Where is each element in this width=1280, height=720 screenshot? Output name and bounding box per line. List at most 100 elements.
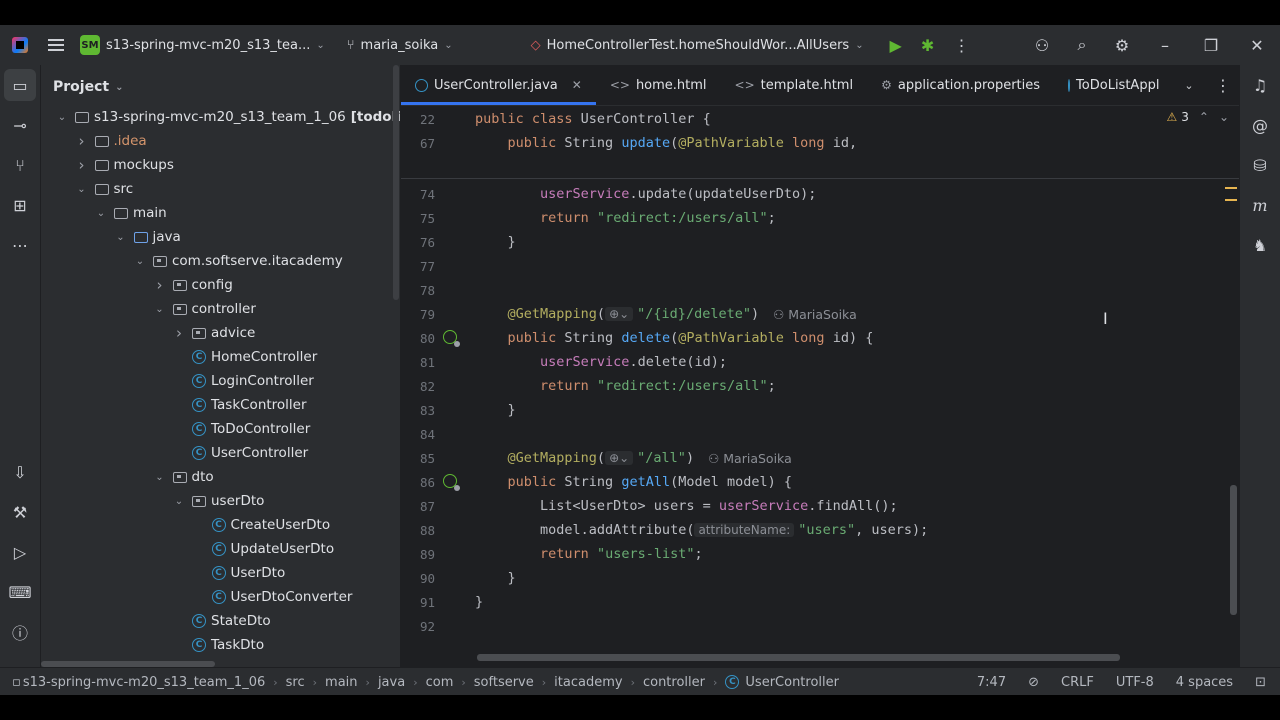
code-line[interactable]: 87 List<UserDto> users = userService .fin… bbox=[401, 494, 1239, 518]
editor-tab[interactable]: ToDoListAppl bbox=[1054, 65, 1172, 105]
chevron-down-icon[interactable]: ⌄ bbox=[55, 112, 69, 123]
database-icon[interactable]: ⛁ bbox=[1240, 145, 1280, 185]
maven-icon[interactable]: m bbox=[1240, 185, 1280, 225]
warning-marker[interactable] bbox=[1225, 187, 1237, 189]
project-panel-header[interactable]: Project ⌄ bbox=[41, 65, 400, 109]
pull-requests-icon[interactable]: ⑂ bbox=[0, 145, 40, 185]
tree-item[interactable]: C StateDto bbox=[172, 609, 271, 633]
code-line[interactable]: 82 return "redirect:/users/all"; bbox=[401, 374, 1239, 398]
tree-item[interactable]: C UserController bbox=[172, 441, 308, 465]
main-menu-icon[interactable] bbox=[48, 39, 64, 51]
chevron-right-icon[interactable]: › bbox=[75, 132, 89, 150]
more-tools-icon[interactable]: ⋯ bbox=[0, 225, 40, 265]
tree-item[interactable]: C LoginController bbox=[172, 369, 314, 393]
chevron-right-icon[interactable]: › bbox=[75, 156, 89, 174]
tree-item[interactable]: C TaskController bbox=[172, 393, 307, 417]
tree-item[interactable]: C TaskDto bbox=[172, 633, 264, 657]
vcs-branch-selector[interactable]: ⑂ maria_soika ⌄ bbox=[347, 38, 453, 53]
line-ending[interactable]: CRLF bbox=[1061, 675, 1094, 690]
breadcrumb-item[interactable]: src bbox=[286, 675, 305, 690]
tree-item[interactable]: C CreateUserDto bbox=[192, 513, 330, 537]
services-icon[interactable]: ⇩ bbox=[0, 452, 40, 492]
tree-item[interactable]: ⌄s13-spring-mvc-m20_s13_team_1_06[todoli… bbox=[55, 105, 400, 129]
chevron-down-icon[interactable]: ⌄ bbox=[94, 208, 108, 219]
minimize-icon[interactable]: – bbox=[1142, 25, 1188, 65]
editor-vertical-scrollbar[interactable] bbox=[1230, 485, 1237, 615]
breadcrumb-item[interactable]: com bbox=[426, 675, 454, 690]
tree-item[interactable]: ⌄ main bbox=[94, 201, 167, 225]
tree-item[interactable]: › mockups bbox=[75, 153, 174, 177]
settings-gear-icon[interactable]: ⚙ bbox=[1102, 25, 1142, 65]
sticky-scroll-header[interactable]: ⚠ 3 ⌃ ⌄ 22 public class UserController {6… bbox=[401, 106, 1239, 179]
commit-icon[interactable]: ⊸ bbox=[0, 105, 40, 145]
code-line[interactable]: 77 bbox=[401, 254, 1239, 278]
tree-item[interactable]: ⌄ controller bbox=[153, 297, 256, 321]
chevron-down-icon[interactable]: ⌄ bbox=[133, 256, 147, 267]
breadcrumb-item[interactable]: java bbox=[378, 675, 405, 690]
run-config-selector[interactable]: ◇ HomeControllerTest.homeShouldWor...All… bbox=[531, 38, 864, 53]
code-line[interactable]: 88 model.addAttribute(attributeName: "use… bbox=[401, 518, 1239, 542]
code-line[interactable]: 83 } bbox=[401, 398, 1239, 422]
chevron-down-icon[interactable]: ⌄ bbox=[75, 184, 89, 195]
chevron-down-icon[interactable]: ⌄ bbox=[153, 472, 167, 483]
code-author-hint[interactable]: ⚇ MariaSoika bbox=[708, 451, 792, 466]
code-line[interactable]: 89 return "users-list"; bbox=[401, 542, 1239, 566]
tree-item[interactable]: C UpdateUserDto bbox=[192, 537, 334, 561]
code-line[interactable]: 86 public String getAll (Model model) { bbox=[401, 470, 1239, 494]
project-tool-folder-icon[interactable]: ▭ bbox=[4, 69, 36, 101]
tree-item[interactable]: ⌄ java bbox=[114, 225, 181, 249]
tree-item[interactable]: › .idea bbox=[75, 129, 147, 153]
tree-item[interactable]: C UserDtoConverter bbox=[192, 585, 352, 609]
warning-marker[interactable] bbox=[1225, 199, 1237, 201]
code-line[interactable]: 79 @GetMapping(⊕⌄ "/{id}/delete") ⚇ MariaS… bbox=[401, 302, 1239, 326]
breadcrumb-item[interactable]: softserve bbox=[474, 675, 534, 690]
breadcrumb-item[interactable]: UserController bbox=[745, 675, 839, 690]
more-actions-icon[interactable]: ⋮ bbox=[942, 25, 982, 65]
code-line[interactable]: 81 userService .delete(id); bbox=[401, 350, 1239, 374]
code-line[interactable]: 85 @GetMapping(⊕⌄ "/all") ⚇ MariaSoika bbox=[401, 446, 1239, 470]
code-line[interactable]: 91} bbox=[401, 590, 1239, 614]
run-tool-icon[interactable]: ▷ bbox=[0, 532, 40, 572]
add-user-icon[interactable]: ⚇ bbox=[1022, 25, 1062, 65]
breadcrumb-item[interactable]: controller bbox=[643, 675, 705, 690]
code-author-hint[interactable]: ⚇ MariaSoika bbox=[773, 307, 857, 322]
build-icon[interactable]: ⚒ bbox=[0, 492, 40, 532]
file-encoding[interactable]: UTF-8 bbox=[1116, 675, 1154, 690]
project-selector[interactable]: SM s13-spring-mvc-m20_s13_tea... ⌄ bbox=[64, 35, 325, 55]
notifications-bell-icon[interactable]: ♫ bbox=[1240, 65, 1280, 105]
terminal-icon[interactable]: ⌨ bbox=[0, 572, 40, 612]
tree-item[interactable]: › config bbox=[153, 273, 233, 297]
chevron-right-icon[interactable]: › bbox=[172, 324, 186, 342]
tabs-more-icon[interactable]: ⋮ bbox=[1209, 65, 1237, 105]
editor-horizontal-scrollbar[interactable] bbox=[477, 654, 1120, 661]
tree-item[interactable]: ⌄ src bbox=[75, 177, 133, 201]
restore-icon[interactable]: ❐ bbox=[1188, 25, 1234, 65]
chevron-right-icon[interactable]: › bbox=[153, 276, 167, 294]
code-line[interactable]: 74 userService .update(updateUserDto); bbox=[401, 182, 1239, 206]
editor-tab[interactable]: <> template.html bbox=[721, 65, 868, 105]
close-window-icon[interactable]: ✕ bbox=[1234, 25, 1280, 65]
tree-item[interactable]: › advice bbox=[172, 321, 255, 345]
structure-icon[interactable]: ⊞ bbox=[0, 185, 40, 225]
spring-endpoint-icon[interactable] bbox=[443, 474, 460, 491]
breadcrumb-item[interactable]: s13-spring-mvc-m20_s13_team_1_06 bbox=[23, 675, 265, 690]
code-line[interactable]: 92 bbox=[401, 614, 1239, 638]
project-vertical-scrollbar[interactable] bbox=[393, 65, 399, 300]
code-line[interactable]: 76 } bbox=[401, 230, 1239, 254]
tree-item[interactable]: C ToDoController bbox=[172, 417, 310, 441]
code-line[interactable]: 80 public String delete(@PathVariable lo… bbox=[401, 326, 1239, 350]
tree-item[interactable]: C HomeController bbox=[172, 345, 317, 369]
chevron-down-icon[interactable]: ⌄ bbox=[172, 496, 186, 507]
lock-icon[interactable]: ⊡ bbox=[1255, 675, 1266, 690]
tabs-dropdown-icon[interactable]: ⌄ bbox=[1169, 65, 1209, 105]
editor-tab[interactable]: UserController.java ✕ bbox=[401, 65, 596, 105]
indent-setting[interactable]: 4 spaces bbox=[1176, 675, 1233, 690]
tree-item[interactable]: ⌄ dto bbox=[153, 465, 213, 489]
code-line[interactable]: 67 public String update(@PathVariable lo… bbox=[401, 131, 1239, 155]
tree-item[interactable]: ⌄ com.softserve.itacademy bbox=[133, 249, 343, 273]
tree-item[interactable]: ⌄ userDto bbox=[172, 489, 265, 513]
code-line[interactable]: 75 return "redirect:/users/all"; bbox=[401, 206, 1239, 230]
breadcrumb-item[interactable]: itacademy bbox=[554, 675, 622, 690]
spring-endpoint-icon[interactable] bbox=[443, 330, 460, 347]
code-line[interactable]: 78 bbox=[401, 278, 1239, 302]
